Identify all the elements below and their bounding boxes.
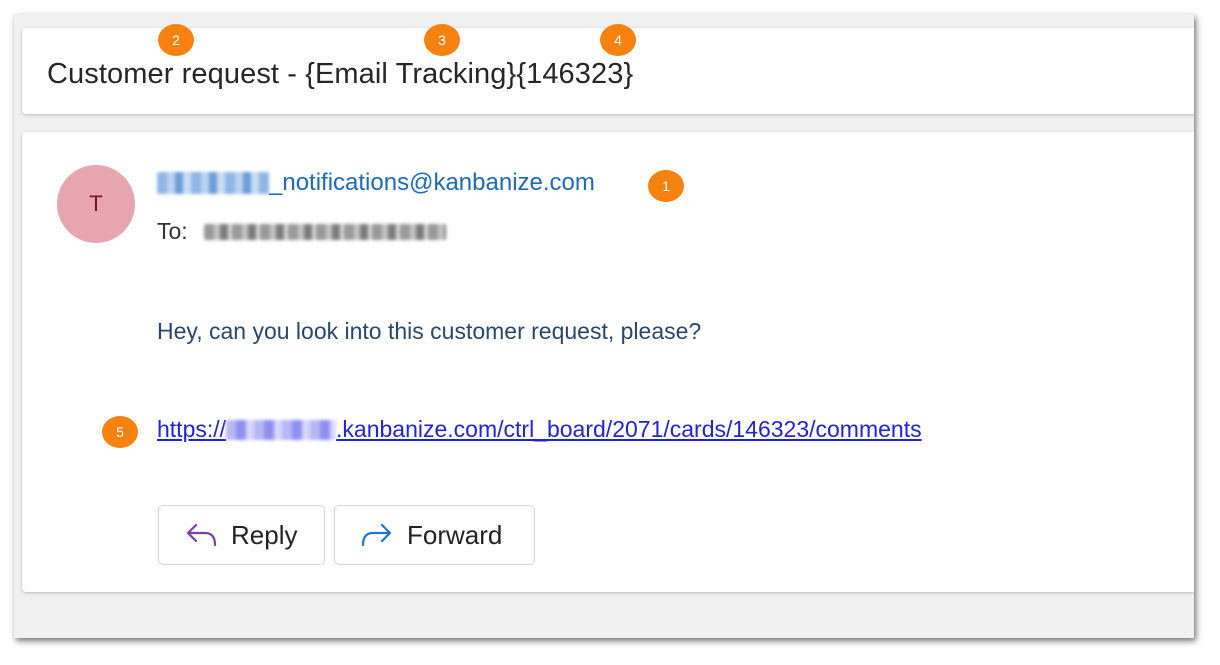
- reply-button[interactable]: Reply: [158, 505, 325, 565]
- avatar-initial: T: [89, 191, 103, 216]
- email-reading-pane: Customer request - {Email Tracking}{1463…: [14, 14, 1194, 638]
- link-suffix[interactable]: .kanbanize.com/ctrl_board/2071/cards/146…: [336, 416, 922, 443]
- card-comments-link[interactable]: https:// .kanbanize.com/ctrl_board/2071/…: [157, 416, 922, 443]
- message-card: T _notifications@kanbanize.com To: Hey, …: [22, 132, 1194, 592]
- link-prefix[interactable]: https://: [157, 416, 226, 443]
- sender-avatar[interactable]: T: [57, 165, 135, 243]
- redacted-sender-prefix: [157, 172, 269, 194]
- email-subject: Customer request - {Email Tracking}{1463…: [47, 58, 633, 91]
- recipient-row: To:: [157, 218, 446, 245]
- sender-email: _notifications@kanbanize.com: [269, 169, 595, 196]
- forward-arrow-icon: [361, 523, 392, 547]
- forward-button[interactable]: Forward: [334, 505, 535, 565]
- callout-badge-2: 2: [158, 24, 194, 56]
- redacted-link-subdomain[interactable]: [226, 419, 337, 440]
- subject-card-id: {146323}: [516, 58, 634, 90]
- subject-prefix: Customer request -: [47, 58, 306, 90]
- callout-badge-4: 4: [600, 24, 636, 56]
- callout-badge-1: 1: [648, 170, 684, 202]
- callout-badge-5: 5: [102, 416, 138, 448]
- sender-address[interactable]: _notifications@kanbanize.com: [157, 169, 595, 197]
- redacted-recipient[interactable]: [203, 223, 446, 240]
- reply-label: Reply: [231, 519, 298, 550]
- reply-arrow-icon: [186, 523, 217, 547]
- forward-label: Forward: [407, 519, 503, 550]
- to-label: To:: [157, 218, 188, 244]
- callout-badge-3: 3: [424, 24, 460, 56]
- message-body: Hey, can you look into this customer req…: [157, 318, 702, 344]
- subject-tracking: {Email Tracking}: [305, 58, 517, 90]
